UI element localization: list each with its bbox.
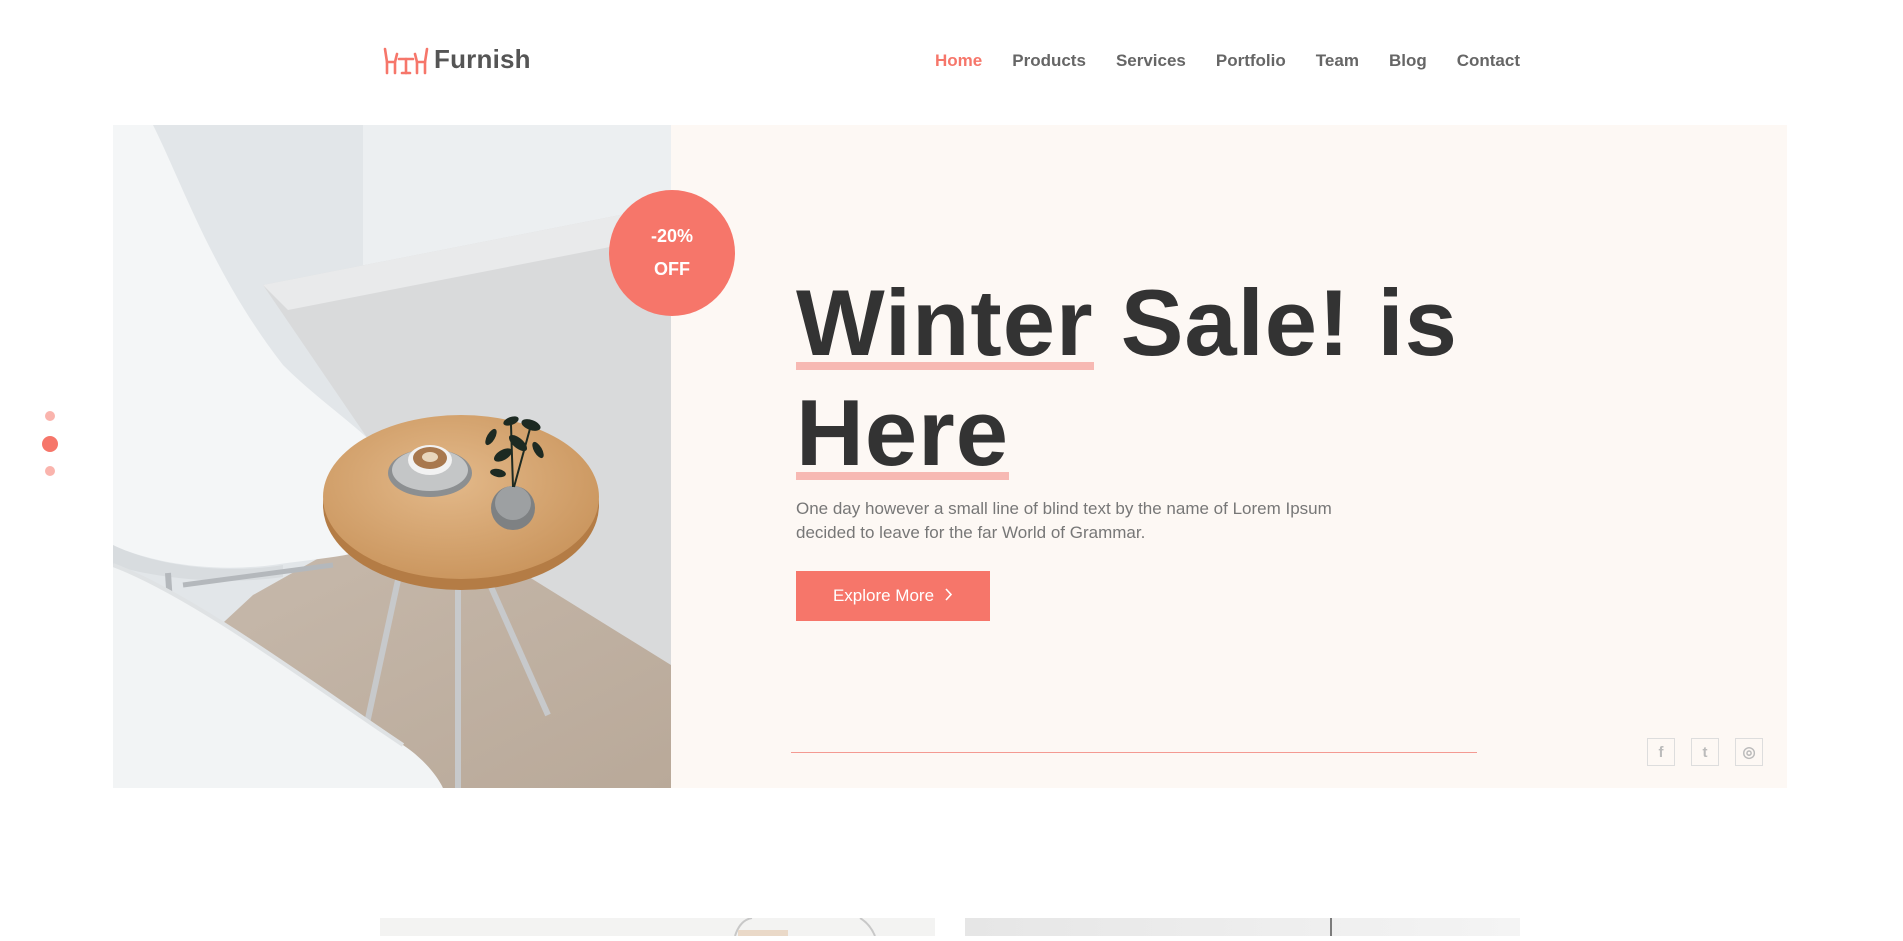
facebook-icon[interactable]: f [1647,738,1675,766]
instagram-icon[interactable]: ◎ [1735,738,1763,766]
explore-more-label: Explore More [832,586,935,605]
hero-headline: Winter Sale! is Here [796,268,1556,488]
furniture-icon [383,47,429,74]
nav-contact[interactable]: Contact [1457,51,1520,71]
nav-home[interactable]: Home [935,51,982,71]
hero-divider [791,752,1477,753]
headline-word-winter: Winter [796,270,1094,375]
nav-blog[interactable]: Blog [1389,51,1427,71]
explore-more-button[interactable]: Explore More [796,571,990,621]
nav-services[interactable]: Services [1116,51,1186,71]
slider-dot-1[interactable] [45,411,55,421]
nav-products[interactable]: Products [1012,51,1086,71]
headline-word-here: Here [796,380,1010,485]
product-card-1[interactable] [380,917,935,937]
main-nav: Home Products Services Portfolio Team Bl… [935,51,1520,71]
hero-image [113,125,671,788]
nav-team[interactable]: Team [1316,51,1359,71]
badge-off: OFF [654,259,690,279]
headline-middle: Sale! is [1093,270,1458,375]
slider-dot-2-active[interactable] [42,436,58,452]
twitter-icon[interactable]: t [1691,738,1719,766]
hero-description: One day however a small line of blind te… [796,499,1332,542]
brand-name: Furnish [434,44,531,74]
nav-portfolio[interactable]: Portfolio [1216,51,1286,71]
brand-logo[interactable]: Furnish [382,44,531,75]
chevron-right-icon [944,586,953,606]
product-card-2[interactable] [965,918,1520,936]
slider-dot-3[interactable] [45,466,55,476]
discount-badge: -20% OFF [609,190,735,316]
badge-percent: -20% [650,226,694,246]
